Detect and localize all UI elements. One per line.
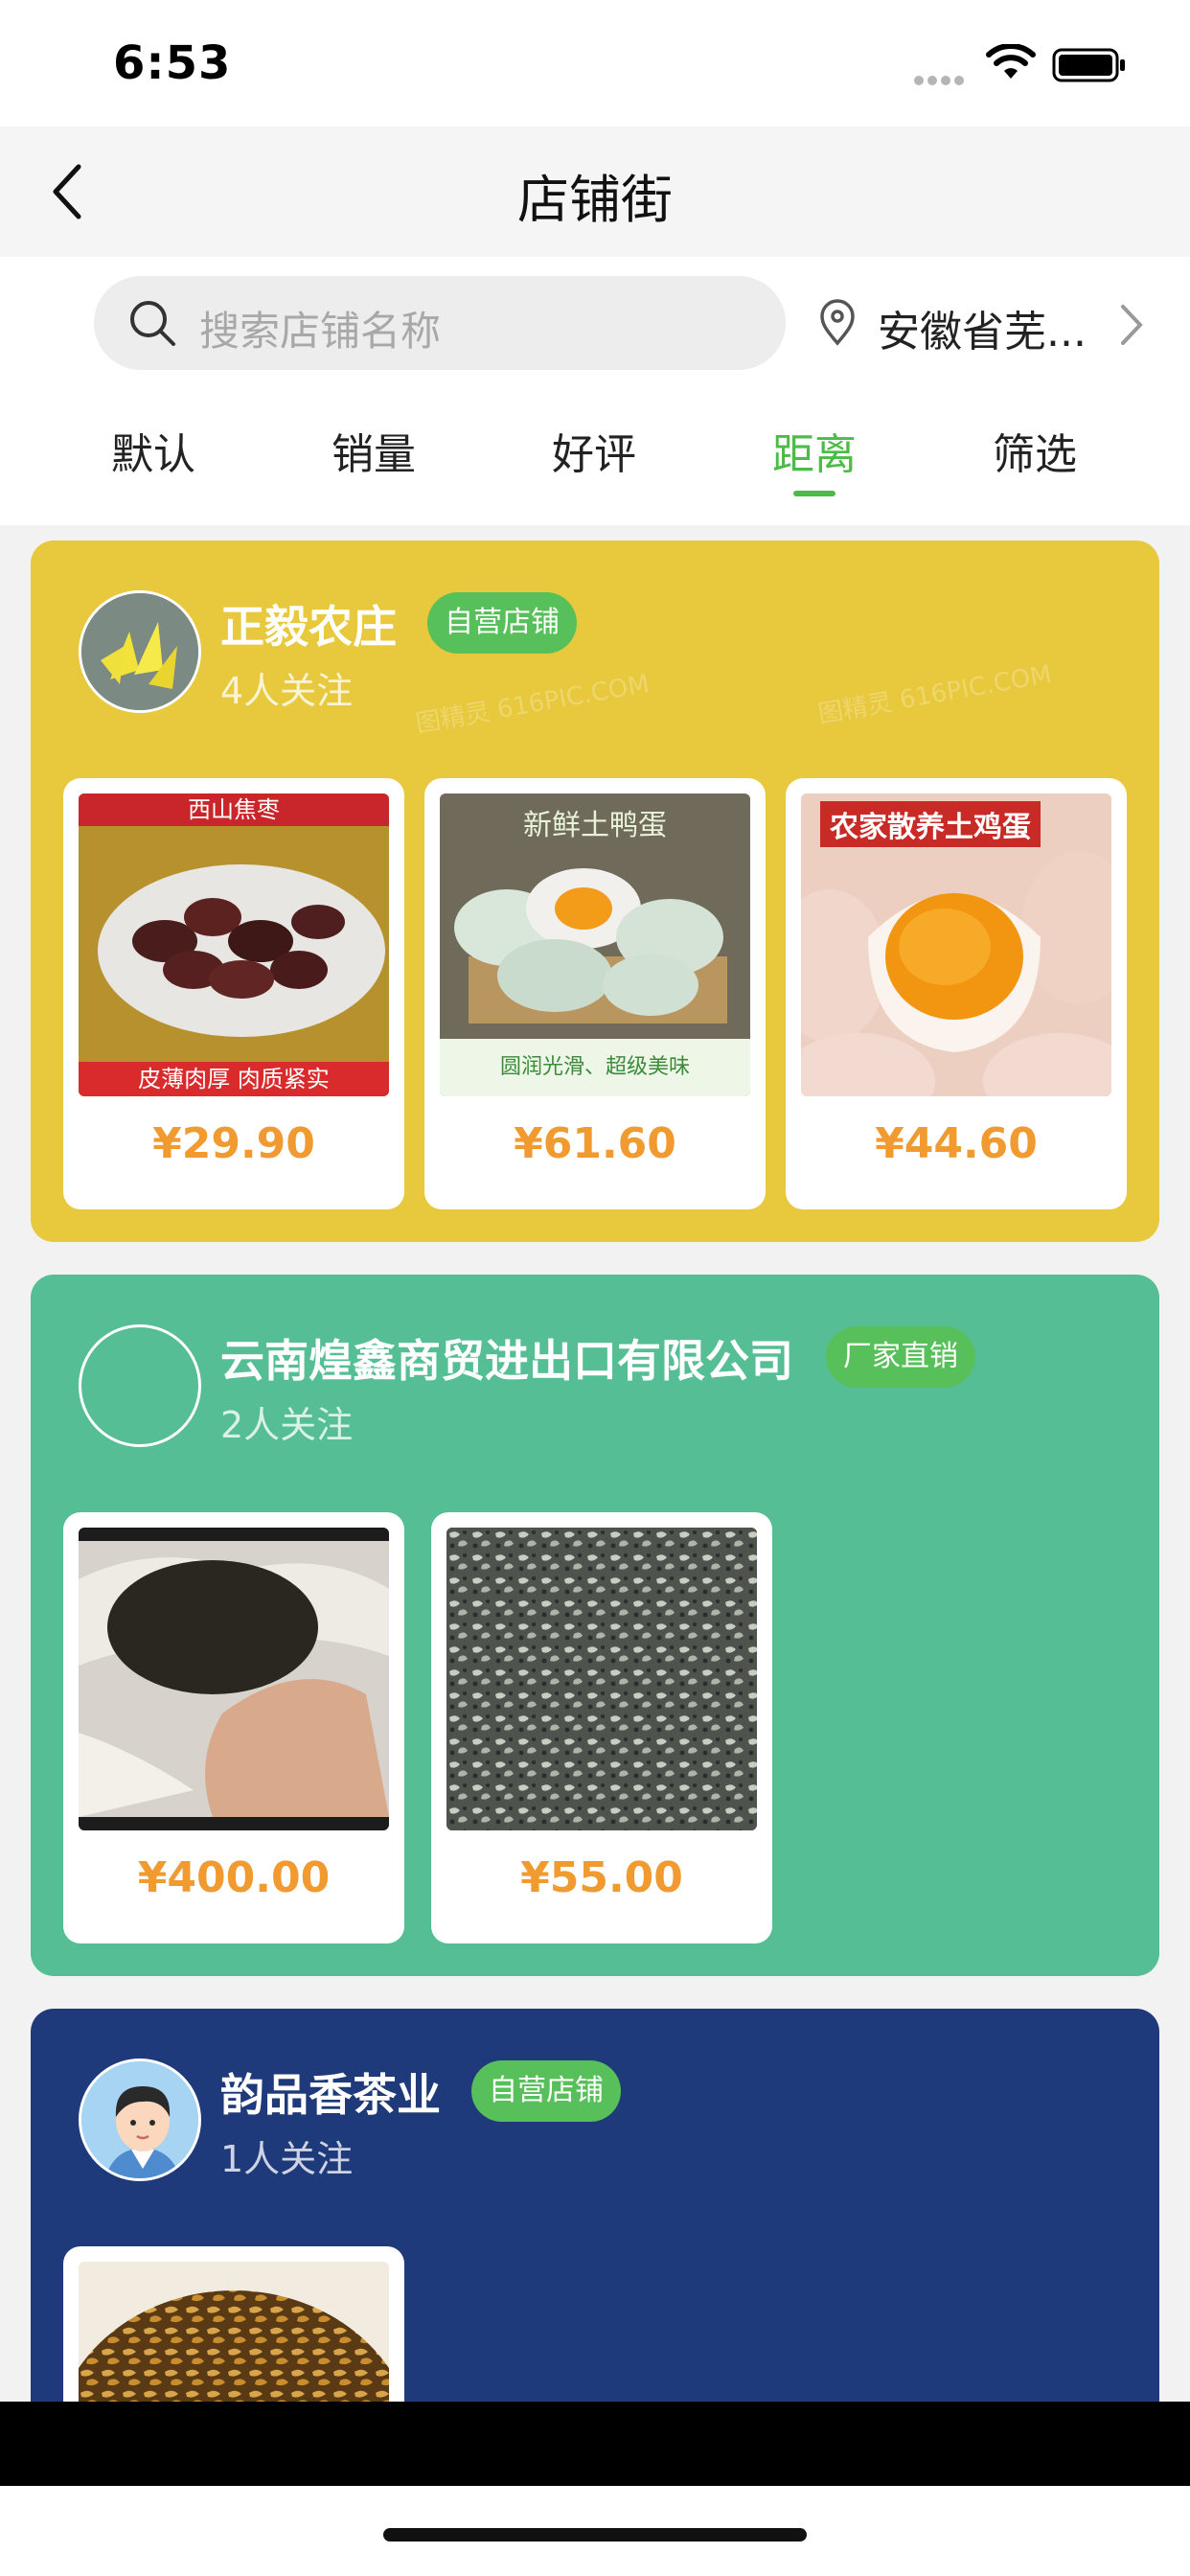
chevron-right-icon[interactable] xyxy=(1117,303,1146,347)
watermark: 图精灵 616PIC.COM xyxy=(413,669,652,740)
status-time: 6:53 xyxy=(113,36,232,90)
product-banner: 圆润光滑、超级美味 xyxy=(440,1039,750,1096)
navigation-bar: 店铺街 xyxy=(0,126,1190,257)
product-image-farm-eggs: 农家散养土鸡蛋 xyxy=(801,794,1111,1096)
home-indicator-area xyxy=(0,2486,1190,2576)
tab-rating[interactable]: 好评 xyxy=(508,420,680,481)
bottom-overlay xyxy=(0,2402,1190,2486)
search-placeholder: 搜索店铺名称 xyxy=(199,308,442,355)
wifi-icon xyxy=(986,44,1036,79)
watermark: 图精灵 616PIC.COM xyxy=(815,659,1054,730)
cellular-signal-icon xyxy=(914,71,968,89)
sort-tabs: 默认 销量 好评 距离 筛选 xyxy=(0,420,1190,516)
shop-type-badge: 自营店铺 xyxy=(471,2060,621,2122)
location-pin-icon[interactable] xyxy=(816,299,858,347)
product-banner: 农家散养土鸡蛋 xyxy=(820,801,1041,847)
flower-image xyxy=(81,593,198,710)
filter-area: 搜索店铺名称 安徽省芜... 默认 销量 好评 距离 筛选 xyxy=(0,257,1190,525)
shop-name[interactable]: 韵品香茶业 xyxy=(220,2060,441,2124)
page-title: 店铺街 xyxy=(517,170,673,230)
shop-type-badge: 自营店铺 xyxy=(427,592,577,654)
shop-followers: 1人关注 xyxy=(220,2138,354,2180)
shop-avatar[interactable] xyxy=(79,1324,201,1447)
tab-default[interactable]: 默认 xyxy=(67,420,240,481)
product-tile[interactable]: ¥55.00 xyxy=(431,1512,772,1944)
user-avatar-icon xyxy=(81,2061,198,2178)
product-tile[interactable]: 西山焦枣 皮薄肉厚 肉质紧实 ¥29.90 xyxy=(63,778,404,1209)
shop-avatar[interactable] xyxy=(79,2058,201,2181)
status-bar: 6:53 xyxy=(0,0,1190,126)
product-image-pu-erh-tea-cake xyxy=(79,1528,389,1830)
product-image-dried-dates: 西山焦枣 皮薄肉厚 肉质紧实 xyxy=(79,794,389,1096)
product-image-green-tea-leaves xyxy=(446,1528,757,1830)
shop-card[interactable]: 图精灵 616PIC.COM 图精灵 616PIC.COM 正毅农庄 自营店铺 … xyxy=(31,540,1159,1242)
active-tab-indicator xyxy=(793,491,835,496)
shop-type-badge: 厂家直销 xyxy=(826,1326,975,1388)
shop-name[interactable]: 云南煌鑫商贸进出口有限公司 xyxy=(220,1326,793,1390)
product-banner: 皮薄肉厚 肉质紧实 xyxy=(79,1062,389,1096)
search-icon xyxy=(130,301,175,346)
product-price: ¥55.00 xyxy=(520,1853,683,1902)
shop-card[interactable]: 韵品香茶业 自营店铺 1人关注 xyxy=(31,2009,1159,2402)
shop-list: 图精灵 616PIC.COM 图精灵 616PIC.COM 正毅农庄 自营店铺 … xyxy=(0,525,1190,2402)
product-banner: 新鲜土鸭蛋 xyxy=(523,809,667,842)
search-input[interactable]: 搜索店铺名称 xyxy=(94,276,786,370)
product-tile[interactable]: 农家散养土鸡蛋 ¥44.60 xyxy=(786,778,1127,1209)
tab-filter[interactable]: 筛选 xyxy=(949,420,1121,481)
tab-sales[interactable]: 销量 xyxy=(287,420,460,481)
product-price: ¥61.60 xyxy=(514,1119,676,1168)
tab-distance[interactable]: 距离 xyxy=(728,420,901,481)
home-indicator[interactable] xyxy=(383,2528,807,2542)
shop-followers: 4人关注 xyxy=(220,670,354,712)
location-selector[interactable]: 安徽省芜... xyxy=(878,297,1087,358)
product-tile[interactable]: ¥400.00 xyxy=(63,1512,404,1944)
product-tile[interactable] xyxy=(63,2246,404,2402)
product-price: ¥400.00 xyxy=(137,1853,331,1902)
product-banner: 西山焦枣 xyxy=(79,794,389,826)
battery-icon xyxy=(1052,48,1125,82)
product-image-golden-tea-buds xyxy=(79,2262,389,2402)
shop-card[interactable]: 云南煌鑫商贸进出口有限公司 厂家直销 2人关注 ¥400.00 ¥55.00 xyxy=(31,1275,1159,1976)
shop-name[interactable]: 正毅农庄 xyxy=(220,592,397,656)
product-price: ¥44.60 xyxy=(875,1119,1038,1168)
product-image-salted-duck-eggs: 新鲜土鸭蛋 圆润光滑、超级美味 xyxy=(440,794,750,1096)
product-price: ¥29.90 xyxy=(152,1119,315,1168)
product-tile[interactable]: 新鲜土鸭蛋 圆润光滑、超级美味 ¥61.60 xyxy=(424,778,766,1209)
shop-avatar[interactable] xyxy=(79,590,201,713)
shop-followers: 2人关注 xyxy=(220,1404,354,1446)
